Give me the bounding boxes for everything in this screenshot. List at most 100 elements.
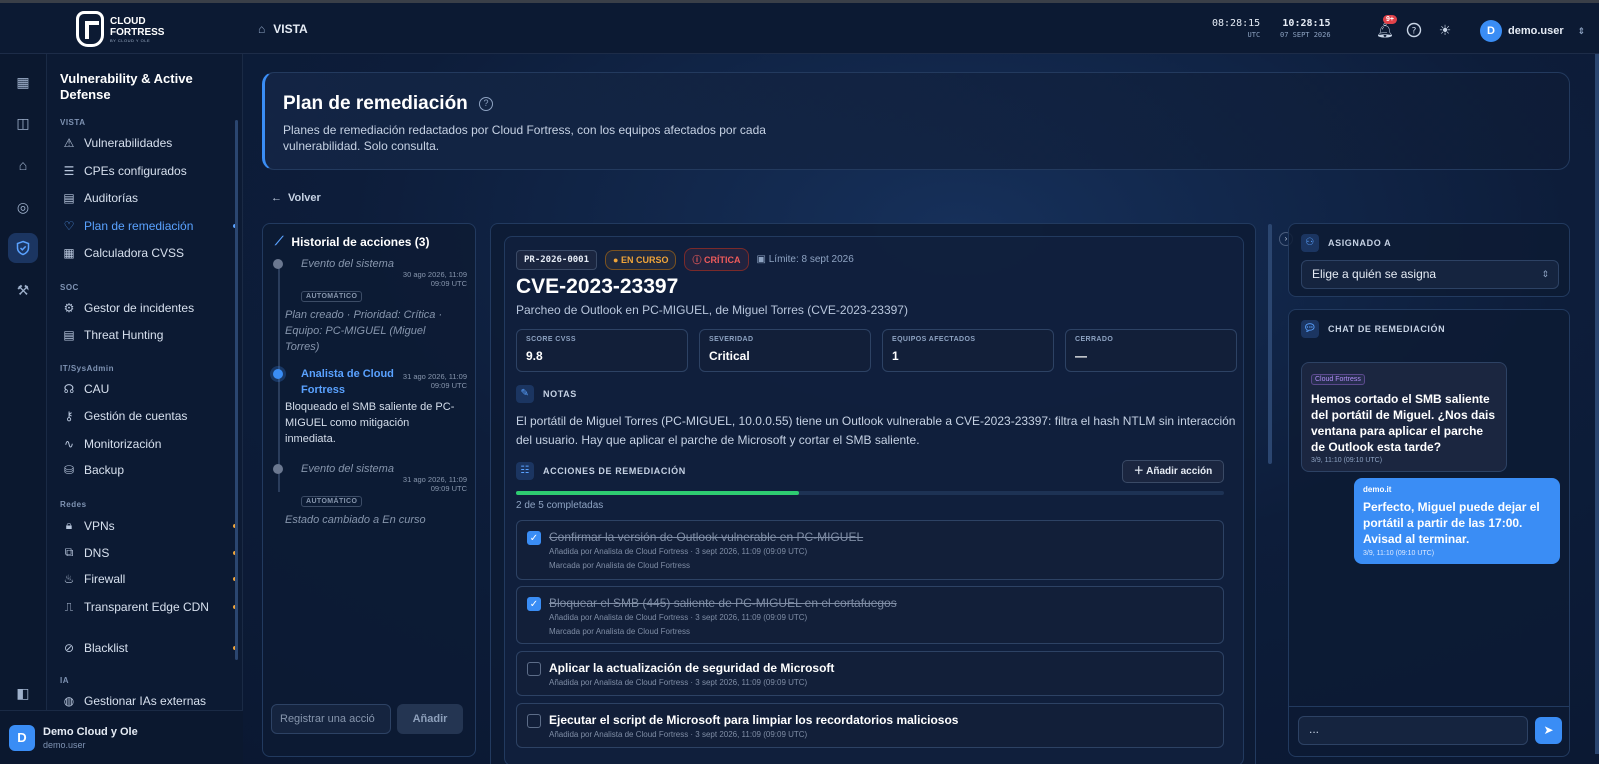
event-body: Plan creado · Prioridad: Crítica · Equip… <box>285 309 443 353</box>
sidebar-title: Vulnerability & Active Defense <box>60 71 193 102</box>
stat-label: CERRADO <box>1075 336 1114 343</box>
calendar-icon: ▣ <box>756 254 766 265</box>
collapse-sidebar-icon[interactable]: ◧ <box>8 678 38 708</box>
footer-user-handle: demo.user <box>43 739 86 750</box>
chat-message-incoming: Cloud Fortress Hemos cortado el SMB sali… <box>1301 362 1507 472</box>
action-item: ✓ Confirmar la versión de Outlook vulner… <box>516 520 1224 580</box>
utc-time: 08:28:15 <box>1212 18 1261 29</box>
assign-panel: ⚇ ASIGNADO A Elige a quién se asigna ⇕ <box>1288 223 1570 297</box>
stat-value: 9.8 <box>526 349 543 363</box>
assignee-select[interactable]: Elige a quién se asigna ⇕ <box>1301 260 1559 289</box>
theme-toggle-icon[interactable]: ☀ <box>1437 22 1453 38</box>
action-title: Confirmar la versión de Outlook vulnerab… <box>549 530 864 544</box>
page-scrollbar[interactable] <box>1595 54 1599 754</box>
sidebar-item-calculadora-cvss[interactable]: ▦ Calculadora CVSS <box>62 246 237 260</box>
help-icon[interactable]: ? <box>1406 22 1422 38</box>
globe-icon: ◍ <box>63 694 75 708</box>
stats-row: SCORE CVSS 9.8 SEVERIDAD Critical EQUIPOS … <box>516 329 1237 372</box>
grid-icon[interactable]: ▦ <box>8 67 38 97</box>
automatic-tag: AUTOMÁTICO <box>301 291 363 302</box>
sidebar-item-auditorias[interactable]: ▤ Auditorías <box>62 191 237 205</box>
progress-fill <box>516 491 800 495</box>
back-link[interactable]: ← Volver <box>271 192 321 204</box>
target-icon[interactable]: ◎ <box>8 192 38 222</box>
home-icon[interactable]: ⌂ <box>8 150 38 180</box>
add-action-button[interactable]: ＋ Añadir acción <box>1122 460 1224 483</box>
action-marked-by: Marcada por Analista de Cloud Fortress <box>549 561 690 570</box>
stat-label: SCORE CVSS <box>526 336 576 343</box>
stat-closed: CERRADO — <box>1065 329 1237 372</box>
local-date: 07 SEPT 2026 <box>1280 31 1331 39</box>
notes-text: El portátil de Miguel Torres (PC-MIGUEL,… <box>516 414 1236 447</box>
fortress-logo-icon <box>76 11 104 47</box>
section-ia: IA <box>60 676 69 685</box>
tools-icon[interactable]: ⚒ <box>8 275 38 305</box>
bell-icon[interactable]: 🔔︎ <box>1376 22 1394 38</box>
history-header: ⟋ Historial de acciones (3) <box>275 234 429 249</box>
database-icon: ⛁ <box>63 463 75 477</box>
warning-icon: ⚠ <box>63 136 75 150</box>
sidebar-item-threat-hunting[interactable]: ▤ Threat Hunting <box>62 328 237 342</box>
checklist-icon: ☷ <box>516 462 534 480</box>
send-icon: ➤ <box>1543 723 1554 737</box>
sidebar-item-label: Plan de remediación <box>84 219 194 233</box>
automatic-tag: AUTOMÁTICO <box>301 496 363 507</box>
sidebar-item-cuentas[interactable]: ⚷ Gestión de cuentas <box>62 409 237 423</box>
shield-icon[interactable] <box>8 233 38 263</box>
document-icon: ▤ <box>63 191 75 205</box>
avatar: D <box>9 724 35 751</box>
deadline: ▣ Límite: 8 sept 2026 <box>757 254 854 265</box>
action-checkbox[interactable] <box>527 714 541 728</box>
section-vista: VISTA <box>60 118 86 127</box>
sidebar-item-monitorizacion[interactable]: ∿ Monitorización <box>62 437 237 451</box>
stat-cvss: SCORE CVSS 9.8 <box>516 329 688 372</box>
action-checkbox[interactable] <box>527 662 541 676</box>
chart-icon: ⟋ <box>275 234 284 248</box>
home-icon: ⌂ <box>258 22 266 36</box>
sidebar-item-label: Gestionar IAs externas <box>84 694 207 708</box>
help-icon[interactable]: ? <box>479 97 493 111</box>
event-time-utc: 09:09 UTC <box>430 279 467 288</box>
sidebar-item-blacklist[interactable]: ⊘ Blacklist <box>62 641 237 655</box>
sidebar-item-cdn[interactable]: ⎍ Transparent Edge CDN <box>62 600 237 614</box>
timeline-bullet <box>273 259 283 269</box>
action-checkbox[interactable]: ✓ <box>527 597 541 611</box>
plan-id-badge: PR-2026-0001 <box>516 249 598 270</box>
robot-icon[interactable]: ◫ <box>8 108 38 138</box>
brand-name: CLOUD FORTRESS <box>110 15 165 38</box>
sidebar-scrollbar[interactable] <box>235 120 238 660</box>
action-item: Aplicar la actualización de seguridad de… <box>516 651 1224 696</box>
main-scrollbar[interactable] <box>1268 224 1272 464</box>
sidebar-item-vpns[interactable]: 🔒︎ VPNs <box>62 518 237 533</box>
headset-icon: ☊ <box>63 382 75 396</box>
sidebar-item-cpes[interactable]: ☰ CPEs configurados <box>62 164 237 178</box>
chat-input[interactable]: ... <box>1298 716 1528 745</box>
sidebar-item-label: CAU <box>84 382 110 396</box>
sidebar-item-vulnerabilidades[interactable]: ⚠ Vulnerabilidades <box>62 136 237 150</box>
local-time: 10:28:15 <box>1282 18 1331 29</box>
sidebar-item-backup[interactable]: ⛁ Backup <box>62 463 237 477</box>
sidebar-item-firewall[interactable]: ♨ Firewall <box>62 572 237 586</box>
sidebar-item-ias[interactable]: ◍ Gestionar IAs externas <box>62 694 237 708</box>
stat-severity: SEVERIDAD Critical <box>699 329 871 372</box>
history-add-button[interactable]: Añadir <box>397 704 463 734</box>
action-checkbox[interactable]: ✓ <box>527 531 541 545</box>
action-meta: Añadida por Analista de Cloud Fortress ·… <box>549 678 808 687</box>
send-button[interactable]: ➤ <box>1535 717 1562 744</box>
heart-shield-icon: ♡ <box>63 219 75 233</box>
brand-logo[interactable]: CLOUD FORTRESS BY CLOUD Y OLE <box>76 11 165 47</box>
actions-header: ☷ ACCIONES DE REMEDIACIÓN <box>516 462 686 480</box>
stat-value: Critical <box>709 349 750 363</box>
notes-header: ✎ NOTAS <box>516 385 577 403</box>
sidebar-item-label: Calculadora CVSS <box>84 246 185 260</box>
user-menu[interactable]: D demo.user ⇕ <box>1480 20 1585 42</box>
sidebar-item-cau[interactable]: ☊ CAU <box>62 382 237 396</box>
page-description: Planes de remediación redactados por Clo… <box>283 123 766 153</box>
sidebar-item-incidentes[interactable]: ⚙ Gestor de incidentes <box>62 301 237 315</box>
stat-label: SEVERIDAD <box>709 336 754 343</box>
sidebar-item-dns[interactable]: ⧉ DNS <box>62 545 237 560</box>
sidebar-item-plan-remediacion[interactable]: ♡ Plan de remediación <box>62 219 237 233</box>
history-action-input[interactable]: Registrar una acció <box>271 704 391 734</box>
sidebar-item-label: Gestor de incidentes <box>84 301 195 315</box>
footer-user[interactable]: D Demo Cloud y Ole demo.user <box>0 710 243 764</box>
